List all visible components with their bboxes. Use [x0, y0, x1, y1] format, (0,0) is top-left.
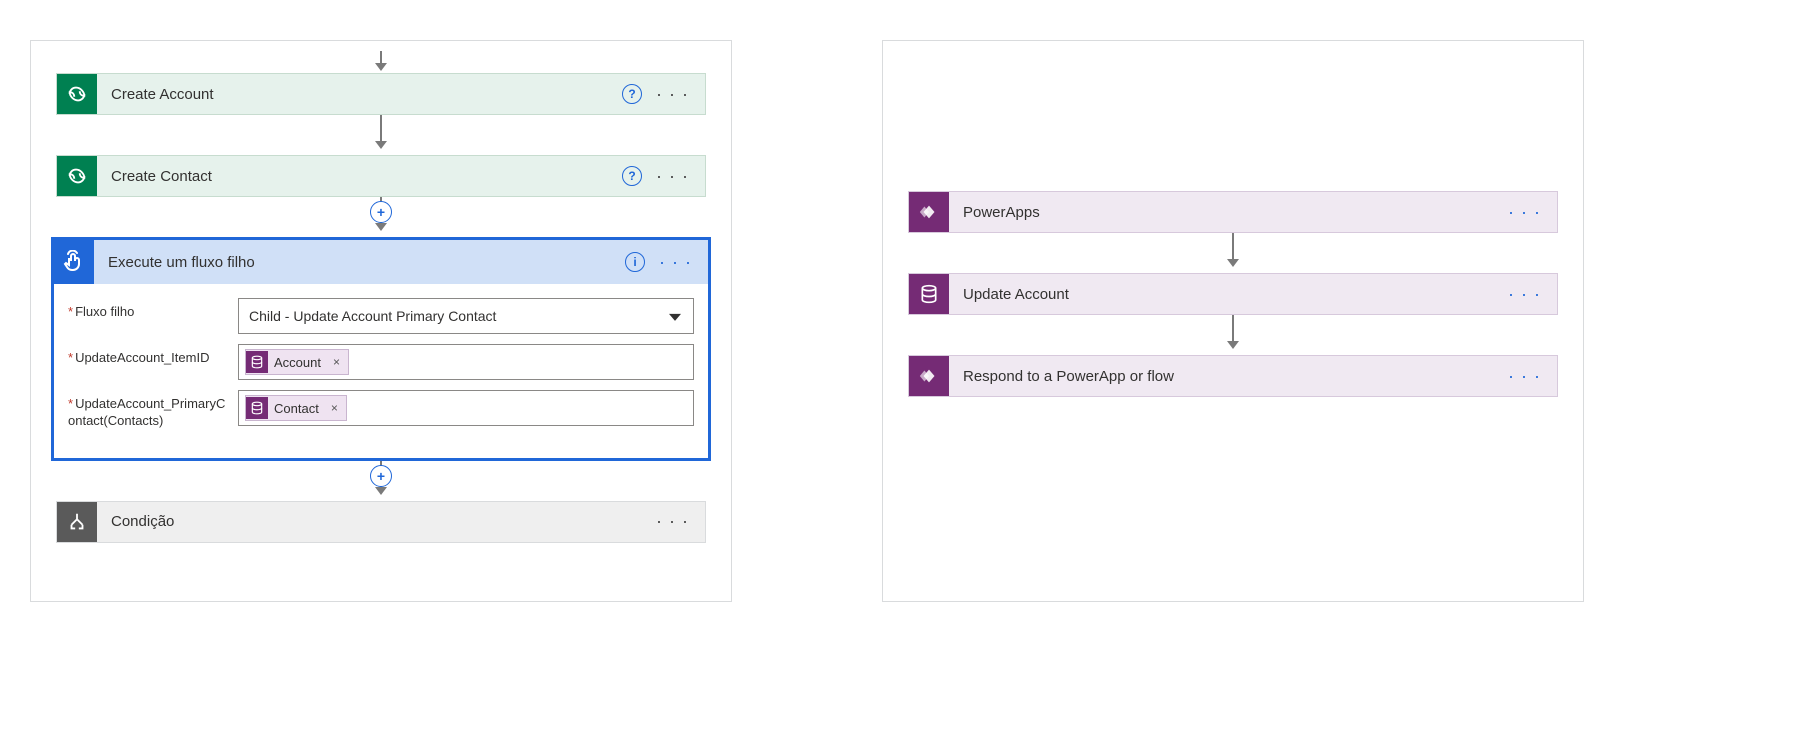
help-icon[interactable]: ? [622, 84, 642, 104]
condition-icon [57, 502, 97, 542]
more-icon[interactable]: · · · [1508, 284, 1541, 305]
field-row-primarycontact: *UpdateAccount_PrimaryContact(Contacts) … [68, 390, 694, 430]
step-title: Create Account [97, 86, 622, 103]
more-icon[interactable]: · · · [659, 252, 692, 273]
step-respond-powerapp[interactable]: Respond to a PowerApp or flow · · · [908, 355, 1558, 397]
page: Create Account ? · · · Create Contact [0, 0, 1809, 642]
step-title: PowerApps [949, 204, 1508, 221]
step-title: Create Contact [97, 168, 622, 185]
dataverse-icon [57, 156, 97, 196]
token-label: Contact [274, 401, 319, 416]
token-account[interactable]: Account × [245, 349, 349, 375]
step-create-contact[interactable]: Create Contact ? · · · [56, 155, 706, 197]
info-icon[interactable]: i [625, 252, 645, 272]
flow-connector [31, 51, 731, 73]
select-value: Child - Update Account Primary Contact [245, 308, 496, 324]
token-label: Account [274, 355, 321, 370]
field-label: *Fluxo filho [68, 298, 228, 321]
flow-connector [31, 115, 731, 155]
more-icon[interactable]: · · · [1508, 202, 1541, 223]
field-row-itemid: *UpdateAccount_ItemID Account × [68, 344, 694, 380]
flow-connector-add: + [31, 197, 731, 237]
parent-flow-panel: Create Account ? · · · Create Contact [30, 40, 732, 602]
help-icon[interactable]: ? [622, 166, 642, 186]
step-execute-child-flow[interactable]: Execute um fluxo filho i · · · *Fluxo fi… [51, 237, 711, 461]
powerapps-icon [909, 192, 949, 232]
more-icon[interactable]: · · · [1508, 366, 1541, 387]
token-contact[interactable]: Contact × [245, 395, 347, 421]
childflow-select[interactable]: Child - Update Account Primary Contact [238, 298, 694, 334]
child-flow-column: PowerApps · · · Update Account · · · [883, 41, 1583, 397]
card-header[interactable]: Execute um fluxo filho i · · · [54, 240, 708, 284]
step-title: Respond to a PowerApp or flow [949, 368, 1508, 385]
database-icon [246, 397, 268, 419]
database-icon [909, 274, 949, 314]
field-label: *UpdateAccount_ItemID [68, 344, 228, 367]
field-row-childflow: *Fluxo filho Child - Update Account Prim… [68, 298, 694, 334]
dataverse-icon [57, 74, 97, 114]
child-flow-panel: PowerApps · · · Update Account · · · [882, 40, 1584, 602]
tap-icon [54, 240, 94, 284]
card-body: *Fluxo filho Child - Update Account Prim… [54, 284, 708, 458]
primarycontact-input[interactable]: Contact × [238, 390, 694, 426]
add-step-button[interactable]: + [370, 201, 392, 223]
step-title: Update Account [949, 286, 1508, 303]
step-create-account[interactable]: Create Account ? · · · [56, 73, 706, 115]
flow-connector-add: + [31, 461, 731, 501]
step-condition[interactable]: Condição · · · [56, 501, 706, 543]
more-icon[interactable]: · · · [656, 166, 689, 187]
token-remove[interactable]: × [327, 355, 346, 369]
more-icon[interactable]: · · · [656, 84, 689, 105]
flow-connector [883, 233, 1583, 273]
more-icon[interactable]: · · · [656, 511, 689, 532]
step-powerapps-trigger[interactable]: PowerApps · · · [908, 191, 1558, 233]
token-remove[interactable]: × [325, 401, 344, 415]
database-icon [246, 351, 268, 373]
step-title: Condição [97, 513, 656, 530]
powerapps-icon [909, 356, 949, 396]
step-update-account[interactable]: Update Account · · · [908, 273, 1558, 315]
flow-connector [883, 315, 1583, 355]
field-label: *UpdateAccount_PrimaryContact(Contacts) [68, 390, 228, 430]
add-step-button[interactable]: + [370, 465, 392, 487]
card-title: Execute um fluxo filho [94, 254, 625, 271]
itemid-input[interactable]: Account × [238, 344, 694, 380]
parent-flow-column: Create Account ? · · · Create Contact [31, 41, 731, 543]
